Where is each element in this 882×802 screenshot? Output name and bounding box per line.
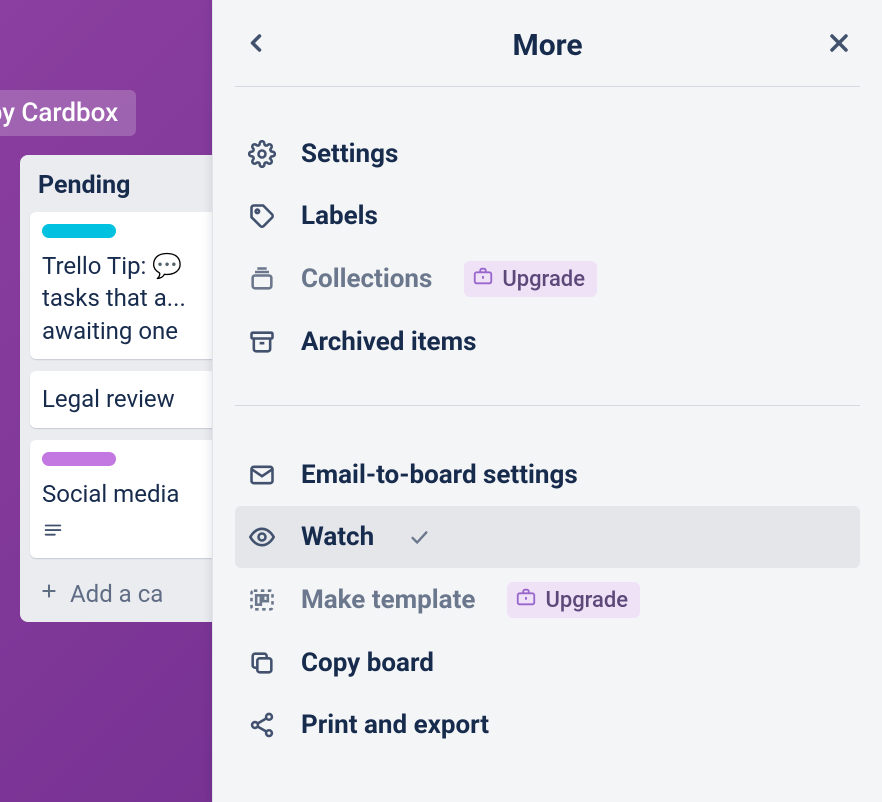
share-icon [247, 710, 277, 740]
list-title[interactable]: Pending [30, 167, 240, 212]
add-card-button[interactable]: Add a ca [30, 570, 240, 612]
template-icon [247, 585, 277, 615]
menu-item-archived[interactable]: Archived items [235, 311, 860, 373]
menu-item-watch[interactable]: Watch [235, 506, 860, 568]
card-text: Legal review [42, 383, 228, 415]
menu-label: Make template [301, 585, 475, 615]
menu-label: Collections [301, 264, 432, 294]
gear-icon [247, 139, 277, 169]
check-icon [408, 526, 430, 548]
menu-label: Settings [301, 139, 398, 169]
menu-label: Copy board [301, 648, 434, 678]
back-button[interactable] [235, 24, 277, 66]
menu-item-print-export[interactable]: Print and export [235, 694, 860, 756]
menu-item-settings[interactable]: Settings [235, 123, 860, 185]
menu-label: Email-to-board settings [301, 460, 578, 490]
stack-icon [247, 264, 277, 294]
panel-title: More [277, 28, 818, 63]
menu-item-make-template: Make template Upgrade [235, 568, 860, 632]
card-label-purple[interactable] [42, 452, 116, 466]
briefcase-icon [515, 586, 537, 614]
card-label-teal[interactable] [42, 224, 116, 238]
copy-icon [247, 648, 277, 678]
top-button[interactable]: il by Cardbox [0, 90, 136, 136]
card-text: Trello Tip: 💬 tasks that a... awaiting o… [42, 250, 228, 347]
menu-item-copy-board[interactable]: Copy board [235, 632, 860, 694]
upgrade-badge[interactable]: Upgrade [464, 261, 597, 297]
description-icon [42, 520, 64, 546]
card[interactable]: Trello Tip: 💬 tasks that a... awaiting o… [30, 212, 240, 359]
briefcase-icon [472, 265, 494, 293]
menu-label: Watch [301, 522, 374, 552]
card-text: Social media [42, 478, 228, 510]
mail-icon [247, 460, 277, 490]
plus-icon [38, 580, 60, 608]
menu-item-email-settings[interactable]: Email-to-board settings [235, 444, 860, 506]
close-button[interactable] [818, 24, 860, 66]
eye-icon [247, 522, 277, 552]
archive-icon [247, 327, 277, 357]
card[interactable]: Social media [30, 440, 240, 558]
upgrade-badge[interactable]: Upgrade [507, 582, 640, 618]
more-panel: More Settings Labels [212, 0, 882, 802]
menu-item-labels[interactable]: Labels [235, 185, 860, 247]
card[interactable]: Legal review [30, 371, 240, 427]
chevron-left-icon [242, 29, 270, 61]
close-icon [825, 29, 853, 61]
menu-label: Print and export [301, 710, 489, 740]
menu-label: Labels [301, 201, 378, 231]
menu-item-collections: Collections Upgrade [235, 247, 860, 311]
menu-label: Archived items [301, 327, 476, 357]
tag-icon [247, 201, 277, 231]
